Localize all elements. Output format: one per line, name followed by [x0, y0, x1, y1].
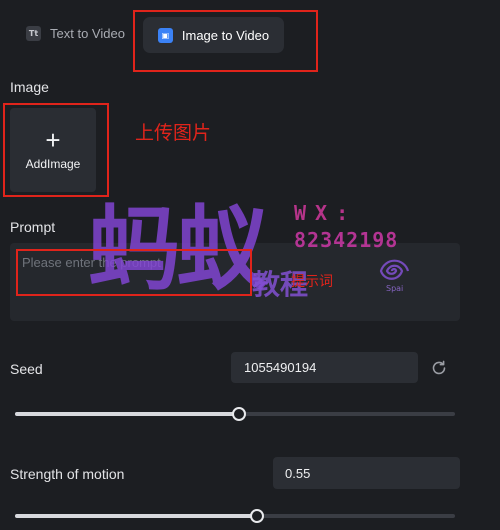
annotation-prompt-note: 提示词 [291, 274, 333, 290]
watermark-logo: Spai [379, 259, 410, 293]
annotation-upload-note: 上传图片 [135, 122, 212, 144]
prompt-label: Prompt [10, 219, 56, 235]
refresh-icon[interactable] [430, 359, 448, 377]
watermark-number: 82342198 [294, 228, 399, 252]
annotation-box-prompt [16, 249, 252, 296]
motion-label: Strength of motion [10, 466, 125, 482]
seed-label: Seed [10, 361, 43, 377]
motion-input[interactable]: 0.55 [273, 457, 460, 489]
seed-slider[interactable] [15, 407, 455, 421]
watermark-wx: WX: [294, 201, 358, 225]
seed-slider-fill [15, 412, 240, 416]
motion-slider[interactable] [15, 509, 455, 523]
annotation-box-tab [133, 10, 318, 72]
seed-input[interactable]: 1055490194 [231, 352, 418, 383]
seed-slider-thumb[interactable] [232, 407, 247, 421]
watermark-logo-text: Spai [386, 284, 403, 293]
annotation-box-upload [3, 103, 109, 197]
motion-slider-thumb[interactable] [250, 509, 264, 523]
motion-slider-fill [15, 514, 257, 518]
text-icon: Tt [26, 26, 41, 41]
seed-value: 1055490194 [244, 360, 317, 375]
image-label: Image [10, 79, 49, 95]
tab-text-to-video[interactable]: Tt Text to Video [26, 26, 125, 41]
tab-label: Text to Video [50, 26, 125, 41]
motion-value: 0.55 [285, 465, 311, 481]
